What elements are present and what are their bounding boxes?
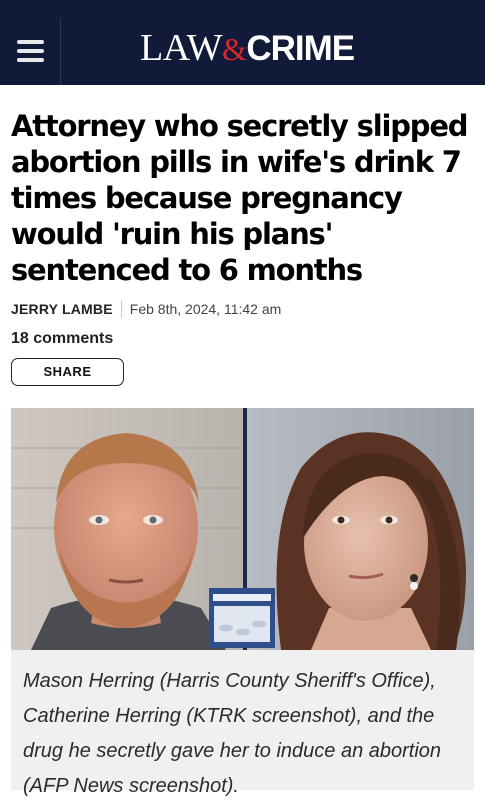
author-link[interactable]: JERRY LAMBE [11, 301, 113, 317]
photo-caption: Mason Herring (Harris County Sheriff's O… [23, 670, 442, 797]
top-navigation-bar: LAW&CRIME [0, 0, 485, 85]
logo-text-crime: CRIME [246, 29, 355, 68]
comments-link[interactable]: 18 comments [11, 329, 113, 349]
article-photo [11, 408, 474, 650]
photo-caption-box: Mason Herring (Harris County Sheriff's O… [11, 650, 474, 797]
menu-button[interactable] [0, 18, 61, 85]
byline-divider [120, 300, 122, 318]
byline: JERRY LAMBE Feb 8th, 2024, 11:42 am [11, 299, 281, 319]
article-headline: Attorney who secretly slipped abortion p… [11, 109, 469, 287]
pill-pack-icon [209, 588, 275, 648]
share-button[interactable]: SHARE [11, 358, 124, 386]
logo-text-law: LAW [140, 27, 222, 69]
publish-date: Feb 8th, 2024, 11:42 am [129, 301, 282, 317]
logo-ampersand: & [221, 31, 247, 67]
site-logo[interactable]: LAW&CRIME [140, 27, 355, 69]
